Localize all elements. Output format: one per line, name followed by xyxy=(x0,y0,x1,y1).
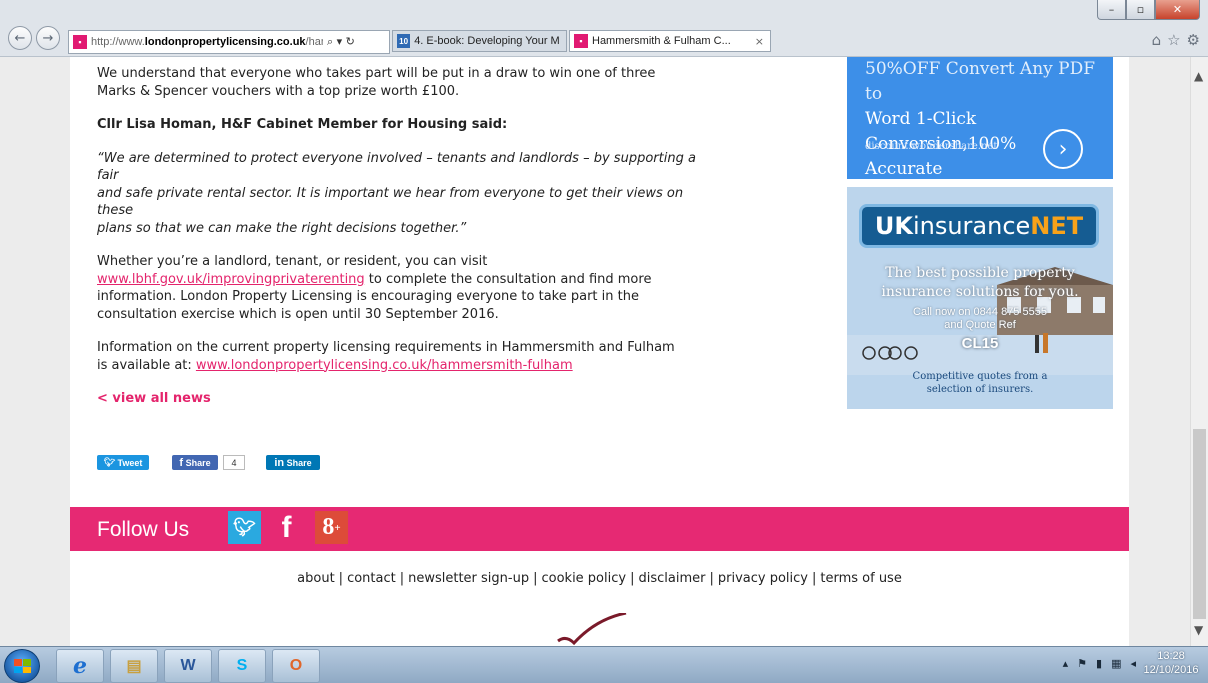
skype-icon[interactable]: S xyxy=(218,649,266,683)
windows-logo-icon xyxy=(14,659,31,673)
footer-link-about[interactable]: about xyxy=(297,571,335,586)
article-quote: “We are determined to protect everyone i… xyxy=(97,150,696,236)
article-lead: We understand that everyone who takes pa… xyxy=(97,66,656,99)
footer-link-cookie-policy[interactable]: cookie policy xyxy=(541,571,626,586)
chevron-right-icon[interactable]: › xyxy=(1043,129,1083,169)
system-clock[interactable]: 13:28 12/10/2016 xyxy=(1140,649,1202,677)
vertical-scrollbar[interactable]: ▲ ▼ xyxy=(1190,57,1208,646)
footer-link-disclaimer[interactable]: disclaimer xyxy=(638,571,705,586)
start-button[interactable] xyxy=(4,649,40,683)
scroll-up-icon[interactable]: ▲ xyxy=(1194,69,1203,83)
linkedin-in-icon: in xyxy=(274,456,285,469)
insurance-tagline: The best possible property insurance solu… xyxy=(881,265,1079,300)
settings-gear-icon[interactable]: ⚙ xyxy=(1187,31,1200,49)
close-window-button[interactable]: ✕ xyxy=(1155,0,1200,20)
follow-us-bar: Follow Us 🐦︎ f 8 + xyxy=(70,507,1129,551)
word-icon[interactable]: W xyxy=(164,649,212,683)
tab-hammersmith-favicon-icon: ▪ xyxy=(574,34,588,48)
footer-links: about | contact | newsletter sign-up | cookie … xyxy=(297,571,902,586)
left-margin xyxy=(0,57,70,646)
tab-hammersmith[interactable]: ▪ Hammersmith & Fulham C... × xyxy=(569,30,771,52)
address-bar[interactable]: ▪ http://www.londonpropertylicensing.co.… xyxy=(68,30,390,54)
network-icon[interactable]: ▦ xyxy=(1111,657,1121,670)
forward-icon[interactable]: → xyxy=(36,26,60,50)
back-icon[interactable]: ← xyxy=(8,26,32,50)
uk-insurance-net-ad[interactable]: UK insurance NET The best possible propert… xyxy=(847,187,1113,409)
clock-time: 13:28 xyxy=(1157,650,1185,662)
volume-muted-icon[interactable]: ◂ xyxy=(1130,657,1136,670)
tab-ebook-favicon-icon: 10 xyxy=(397,34,411,48)
footer-link-newsletter[interactable]: newsletter sign-up xyxy=(408,571,529,586)
footer-link-terms-of-use[interactable]: terms of use xyxy=(820,571,901,586)
footer-link-contact[interactable]: contact xyxy=(347,571,396,586)
consultation-link[interactable]: www.lbhf.gov.uk/improvingprivaterenting xyxy=(97,272,365,287)
facebook-icon[interactable]: f xyxy=(270,511,303,544)
file-explorer-icon[interactable]: ▤ xyxy=(110,649,158,683)
favorites-star-icon[interactable]: ☆ xyxy=(1167,31,1180,49)
footer-link-privacy-policy[interactable]: privacy policy xyxy=(718,571,808,586)
windows-taskbar: e ▤ W S O ▴ ⚑ ▮ ▦ ◂ 13:28 12/10/2016 xyxy=(0,646,1208,683)
system-tray: ▴ ⚑ ▮ ▦ ◂ xyxy=(1063,657,1136,670)
tab-ebook[interactable]: 10 4. E-book: Developing Your M... xyxy=(392,30,567,52)
tweet-button[interactable]: 🐦︎ Tweet xyxy=(97,455,149,470)
facebook-share-count: 4 xyxy=(223,455,245,470)
minimize-button[interactable]: – xyxy=(1097,0,1126,20)
show-hidden-icons-icon[interactable]: ▴ xyxy=(1063,657,1069,670)
tab-hammersmith-label: Hammersmith & Fulham C... xyxy=(592,35,731,47)
scrollbar-thumb[interactable] xyxy=(1193,429,1206,619)
tab-close-icon[interactable]: × xyxy=(755,35,764,48)
internet-explorer-icon[interactable]: e xyxy=(56,649,104,683)
hammersmith-fulham-link[interactable]: www.londonpropertylicensing.co.uk/hammer… xyxy=(196,358,573,373)
address-url[interactable]: http://www.londonpropertylicensing.co.uk… xyxy=(91,36,323,48)
home-icon[interactable]: ⌂ xyxy=(1152,31,1162,49)
insurance-ref-code: CL15 xyxy=(961,335,999,352)
browser-chrome: – ▫ ✕ ← → ▪ http://www.londonpropertylic… xyxy=(0,0,1208,57)
right-margin xyxy=(1129,57,1190,646)
article-quote-heading: Cllr Lisa Homan, H&F Cabinet Member for … xyxy=(97,117,508,132)
browser-toolbar-icons: ⌂ ☆ ⚙ xyxy=(1152,31,1200,49)
clock-date: 12/10/2016 xyxy=(1143,664,1199,676)
insurance-competitive-text: Competitive quotes from a selection of in… xyxy=(912,371,1048,395)
battery-icon[interactable]: ▮ xyxy=(1096,657,1102,670)
google-plus-icon[interactable]: 8 + xyxy=(315,511,348,544)
article-info-paragraph: Information on the current property lice… xyxy=(97,340,675,373)
pdf-ad-domain: discount.wondershare.net xyxy=(865,141,998,152)
outlook-icon[interactable]: O xyxy=(272,649,320,683)
address-controls[interactable]: ⌕ ▾ ↻ xyxy=(327,35,355,49)
page-viewport: We understand that everyone who takes pa… xyxy=(0,57,1190,646)
action-center-flag-icon[interactable]: ⚑ xyxy=(1077,657,1087,670)
window-controls: – ▫ ✕ xyxy=(1097,0,1200,20)
linkedin-share-button[interactable]: in Share xyxy=(266,455,320,470)
news-article: We understand that everyone who takes pa… xyxy=(97,65,697,408)
insurance-call-text: Call now on 0844 875 5555 and Quote Ref xyxy=(913,306,1047,331)
site-logo-tick xyxy=(557,613,627,646)
follow-us-label: Follow Us xyxy=(97,518,190,541)
article-consultation-paragraph: Whether you’re a landlord, tenant, or re… xyxy=(97,254,652,322)
twitter-icon[interactable]: 🐦︎ xyxy=(228,511,261,544)
view-all-news-link[interactable]: < view all news xyxy=(97,390,211,408)
scroll-down-icon[interactable]: ▼ xyxy=(1194,623,1203,637)
pdf-converter-ad[interactable]: 50%OFF Convert Any PDF to Word 1-Click C… xyxy=(847,57,1113,179)
site-favicon-icon: ▪ xyxy=(73,35,87,49)
uk-insurance-net-logo: UK insurance NET xyxy=(859,204,1099,248)
maximize-button[interactable]: ▫ xyxy=(1126,0,1155,20)
facebook-f-icon: f xyxy=(179,456,184,469)
tab-ebook-label: 4. E-book: Developing Your M... xyxy=(414,35,560,47)
twitter-bird-icon: 🐦︎ xyxy=(103,457,116,467)
facebook-share-button[interactable]: f Share xyxy=(172,455,218,470)
